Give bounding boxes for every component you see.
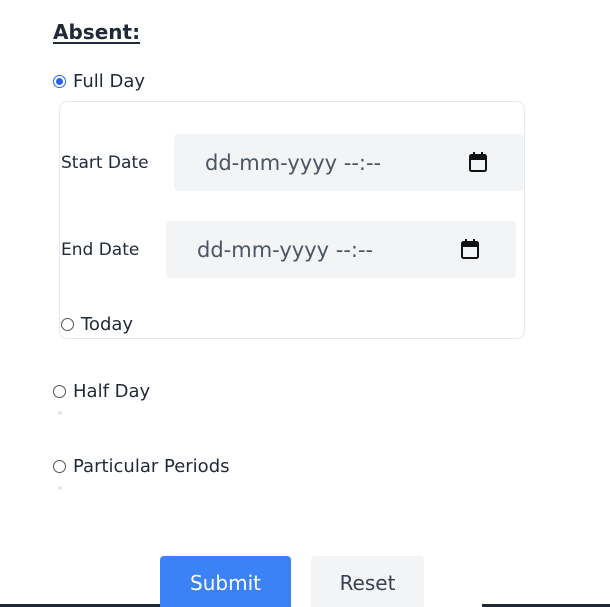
absence-form: Absent: Full Day Start Date dd-mm-yyyy -… xyxy=(0,0,610,607)
particular-periods-option[interactable]: Particular Periods xyxy=(53,456,230,477)
end-date-label: End Date xyxy=(61,240,140,260)
full-day-radio[interactable] xyxy=(53,75,66,88)
half-day-option[interactable]: Half Day xyxy=(53,381,150,402)
submit-button[interactable]: Submit xyxy=(160,556,291,607)
start-date-placeholder: dd-mm-yyyy --:-- xyxy=(205,150,382,175)
full-day-option[interactable]: Full Day xyxy=(53,71,145,92)
start-date-label: Start Date xyxy=(61,153,149,173)
section-title: Absent: xyxy=(53,20,141,44)
calendar-icon[interactable] xyxy=(461,239,479,259)
today-radio[interactable] xyxy=(61,318,74,331)
particular-periods-label: Particular Periods xyxy=(73,456,230,477)
half-day-collapsed-panel xyxy=(58,411,62,415)
particular-periods-radio[interactable] xyxy=(53,460,66,473)
end-date-placeholder: dd-mm-yyyy --:-- xyxy=(197,237,374,262)
today-option[interactable]: Today xyxy=(61,314,133,335)
reset-button[interactable]: Reset xyxy=(311,556,424,607)
half-day-label: Half Day xyxy=(73,381,151,402)
today-label: Today xyxy=(81,314,134,335)
full-day-label: Full Day xyxy=(73,71,146,92)
end-date-input[interactable]: dd-mm-yyyy --:-- xyxy=(166,221,516,278)
particular-periods-collapsed-panel xyxy=(58,486,62,490)
half-day-radio[interactable] xyxy=(53,385,66,398)
start-date-input[interactable]: dd-mm-yyyy --:-- xyxy=(174,134,524,191)
calendar-icon[interactable] xyxy=(469,152,487,172)
